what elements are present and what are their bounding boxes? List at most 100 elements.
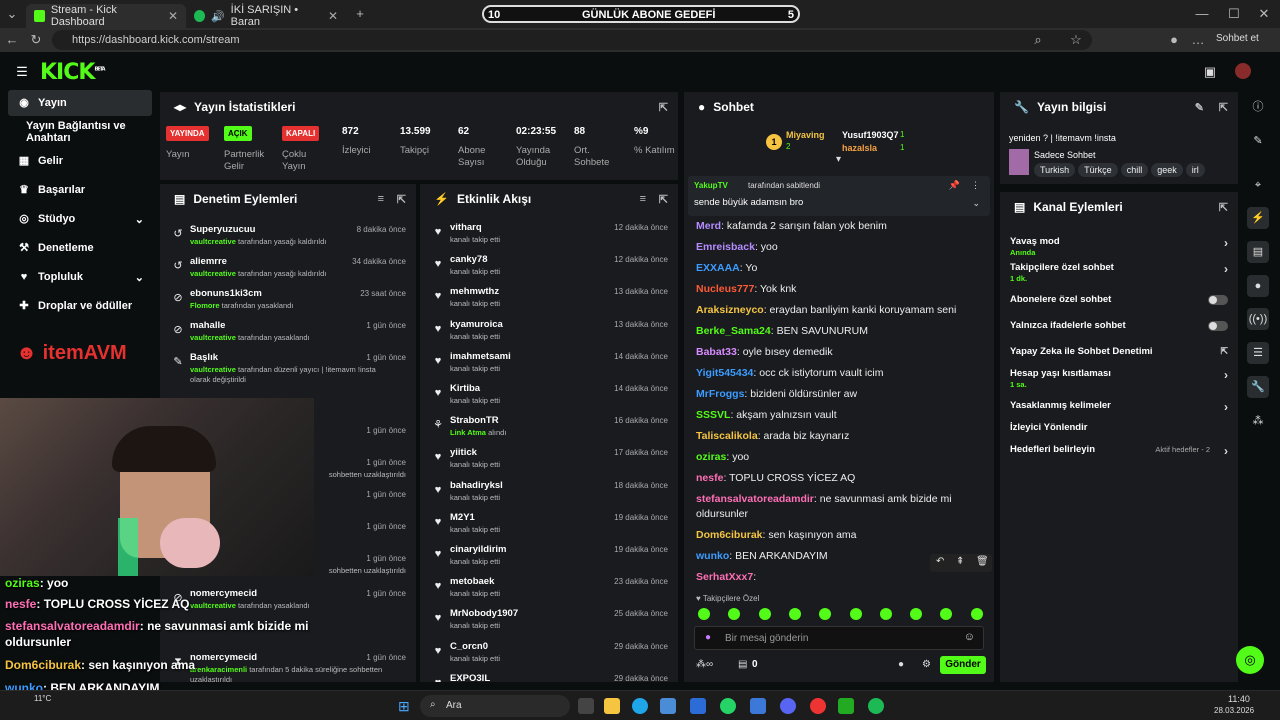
list-item[interactable]: ♥ imahmetsami kanalı takip etti 14 dakika ö… (420, 347, 678, 379)
sidebar-item-droplar[interactable]: ✚ Droplar ve ödüller (8, 293, 152, 319)
popout-icon[interactable]: ⇱ (1219, 201, 1228, 214)
list-item[interactable]: ♥ MrNobody1907 kanalı takip etti 25 dakika … (420, 604, 678, 636)
windows-start-icon[interactable]: ⊞ (398, 698, 414, 714)
delete-icon[interactable]: 🗑 (976, 556, 989, 567)
list-item[interactable]: ♥ metobaek kanalı takip etti 23 dakika önce (420, 572, 678, 604)
list-item[interactable]: ↺ aliemrre vaultcreative tarafından yasağı… (160, 252, 416, 284)
window-close-icon[interactable]: ✕ (1256, 6, 1272, 22)
list-item[interactable]: ⊘ ebonuns1ki3cm Flomore tarafından yasakla… (160, 284, 416, 316)
wrench-icon[interactable]: 🔧 (1247, 376, 1269, 398)
chat-bubble-icon[interactable]: ● (898, 659, 904, 670)
chat-username[interactable]: Taliscalikola (696, 430, 758, 442)
chevron-right-icon[interactable]: › (1224, 236, 1228, 250)
edit-icon[interactable]: ✎ (1195, 101, 1204, 114)
popout-icon[interactable]: ⇱ (397, 193, 406, 206)
tag[interactable]: chill (1120, 163, 1149, 177)
emote-icon[interactable] (819, 608, 832, 620)
list-item[interactable]: ✎ Başlık vaultcreative tarafından düzenli … (160, 348, 416, 388)
back-icon[interactable]: ← (4, 32, 20, 48)
reply-icon[interactable]: ↶ (936, 556, 944, 567)
chat-icon[interactable]: ● (1247, 275, 1269, 297)
filter-icon[interactable]: ≡ (640, 193, 646, 205)
chat-username[interactable]: Merd (696, 220, 721, 232)
spotify-icon[interactable] (868, 698, 884, 714)
chevron-down-icon[interactable]: ▾ (836, 154, 841, 165)
channel-action-item[interactable]: Yapay Zeka ile Sohbet Denetimi ⇱ (1010, 346, 1228, 357)
reload-icon[interactable]: ↻ (28, 32, 44, 48)
tag[interactable]: irl (1185, 163, 1205, 177)
list-item[interactable]: ♥ C_orcn0 kanalı takip etti 29 dakika önce (420, 637, 678, 669)
chevron-down-icon[interactable]: ⌄ (972, 198, 980, 209)
avatar[interactable] (1235, 63, 1251, 79)
crosshair-icon[interactable]: ⌖ (1247, 174, 1269, 196)
channel-action-item[interactable]: Abonelere özel sohbet (1010, 294, 1228, 305)
send-button[interactable]: Gönder (940, 656, 986, 674)
list-item[interactable]: ⊘ mahalle vaultcreative tarafından yasakla… (160, 316, 416, 348)
chat-username[interactable]: Nucleus777 (696, 283, 754, 295)
profile-icon[interactable]: ● (1166, 32, 1182, 48)
sidebar-item-topluluk[interactable]: ♥ Topluluk ⌄ (8, 264, 152, 290)
list-item[interactable]: ⊘ nomercymecid vaultcreative tarafından ya… (160, 584, 416, 616)
chat-username[interactable]: Dom6ciburak (696, 529, 763, 541)
tag[interactable]: Türkçe (1078, 163, 1118, 177)
chat-input[interactable]: ● Bir mesaj gönderin ☺ (694, 626, 984, 650)
emote-icon[interactable] (970, 608, 983, 620)
list-item[interactable]: ♥ Kirtiba kanalı takip etti 14 dakika önce (420, 379, 678, 411)
channel-action-item[interactable]: Hesap yaşı kısıtlaması 1 sa. › (1010, 368, 1228, 389)
whatsapp-icon[interactable] (720, 698, 736, 714)
chat-message[interactable]: SerhatXxx7: (696, 571, 756, 583)
list-item[interactable]: ♥ kyamuroica kanalı takip etti 13 dakika ön… (420, 315, 678, 347)
chat-username[interactable]: EXXAAA (696, 262, 740, 274)
close-icon[interactable]: ✕ (168, 9, 178, 23)
chat-message[interactable]: Merd: kafamda 2 sarışın falan yok benim (696, 220, 887, 232)
chat-username[interactable]: Babat33 (696, 346, 737, 358)
list-item[interactable]: ♥ yiitick kanalı takip etti 17 dakika önce (420, 443, 678, 475)
mail-icon[interactable] (690, 698, 706, 714)
chat-message[interactable]: MrFroggs: bizideni öldürsünler aw (696, 388, 857, 400)
chat-message[interactable]: Babat33: oyle bısey demedik (696, 346, 833, 358)
chat-message[interactable]: Yigit545434: occ ck istiytorum vault ici… (696, 367, 884, 379)
chevron-right-icon[interactable]: › (1224, 400, 1228, 414)
points-icon[interactable]: ▤ (738, 659, 747, 670)
chat-message[interactable]: Nucleus777: Yok knk (696, 283, 796, 295)
emote-icon[interactable] (879, 608, 892, 620)
favorite-icon[interactable]: ☆ (1068, 32, 1084, 48)
chat-username[interactable]: Berke_Sama24 (696, 325, 771, 337)
popout-icon[interactable]: ⇱ (659, 101, 668, 114)
chat-username[interactable]: oziras (696, 451, 726, 463)
chat-username[interactable]: Yigit545434 (696, 367, 753, 379)
sidebar-item-gelir[interactable]: ▦ Gelir (8, 148, 152, 174)
more-icon[interactable]: ⋮ (971, 180, 980, 191)
chat-message[interactable]: nesfe: TOPLU CROSS YİCEZ AQ (696, 472, 855, 484)
taskbar-search[interactable]: ⌕ Ara (420, 695, 570, 717)
help-button[interactable]: ◎ (1236, 646, 1264, 674)
chat-username[interactable]: SSSVL (696, 409, 730, 421)
filter-icon[interactable]: ≡ (378, 193, 384, 205)
popout-icon[interactable]: ⇱ (1219, 101, 1228, 114)
list-item[interactable]: ♥ cinaryildirim kanalı takip etti 19 dakika… (420, 540, 678, 572)
kick-logo[interactable]: KICKBETA (40, 60, 106, 85)
channel-action-item[interactable]: Hedefleri belirleyin › Aktif hedefler - 2 (1010, 444, 1228, 458)
chat-message[interactable]: stefansalvatoreadamdir: ne savunmasi amk… (696, 493, 952, 520)
more-icon[interactable]: … (1190, 32, 1206, 48)
chat-message[interactable]: wunko: BEN ARKANDAYIM (696, 550, 828, 562)
chat-username[interactable]: wunko (696, 550, 729, 562)
chat-message[interactable]: Dom6ciburak: sen kaşınıyon ama (696, 529, 857, 541)
store-icon[interactable] (660, 698, 676, 714)
maximize-icon[interactable]: ☐ (1226, 6, 1242, 22)
tag[interactable]: geek (1151, 163, 1183, 177)
obs-icon[interactable] (810, 698, 826, 714)
emote-icon[interactable] (910, 608, 923, 620)
chat-message[interactable]: Berke_Sama24: BEN SAVUNURUM (696, 325, 868, 337)
list-item[interactable]: ♥ vitharq kanalı takip etti 12 dakika önce (420, 218, 678, 250)
app-icon[interactable] (750, 698, 766, 714)
list-item[interactable]: ♥ bahadiryksl kanalı takip etti 18 dakika ö… (420, 476, 678, 508)
list-item[interactable]: ⚘ StrabonTR Link Atma alındı 16 dakika önce (420, 411, 678, 443)
task-view-icon[interactable] (578, 698, 594, 714)
chat-message[interactable]: oziras: yoo (696, 451, 749, 463)
channel-action-item[interactable]: Yasaklanmış kelimeler › (1010, 400, 1228, 414)
pinned-message[interactable]: YakupTV tarafından sabitlendi sende büyü… (688, 176, 990, 216)
list-item[interactable]: ♥ M2Y1 kanalı takip etti 19 dakika önce (420, 508, 678, 540)
info-icon[interactable]: ⓘ (1247, 96, 1269, 118)
list-item[interactable]: ♥ mehmwthz kanalı takip etti 13 dakika önce (420, 282, 678, 314)
